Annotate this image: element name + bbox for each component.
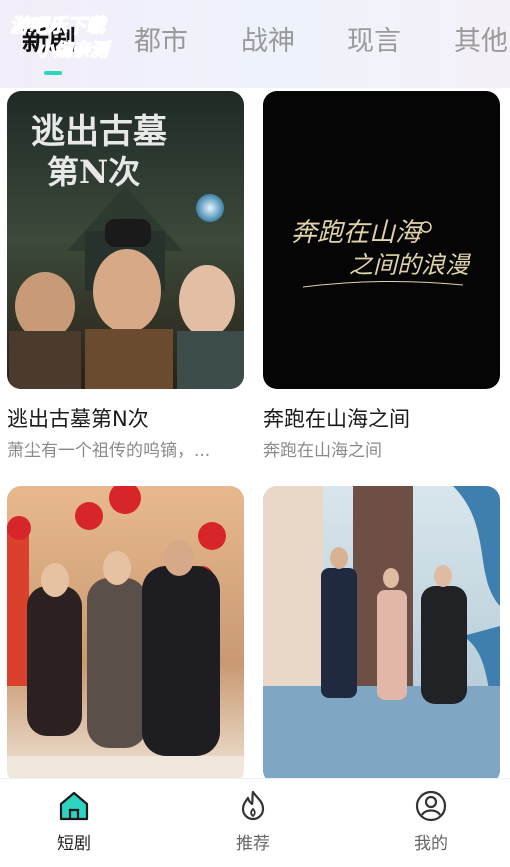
drama-card[interactable] xyxy=(7,486,244,784)
drama-card[interactable] xyxy=(263,486,500,784)
poster-title-line2: 第N次 xyxy=(47,153,140,191)
drama-title: 逃出古墓第N次 xyxy=(7,407,149,431)
drama-poster xyxy=(263,486,500,784)
drama-description: 奔跑在山海之间 xyxy=(263,441,382,461)
tab-city[interactable]: 都市 xyxy=(134,22,188,62)
drama-description: 萧尘有一个祖传的呜镝，... xyxy=(7,441,211,461)
poster-title-line2: 之间的浪漫 xyxy=(349,251,471,279)
flame-icon xyxy=(241,790,265,821)
nav-short-drama[interactable]: 短剧 xyxy=(19,789,129,863)
nav-label: 推荐 xyxy=(236,834,270,854)
home-icon xyxy=(59,791,89,821)
active-tab-indicator xyxy=(44,71,62,75)
top-tab-bar: 新剧 都市 战神 现言 其他 游吧乐下载 小编亲测 xyxy=(0,0,510,88)
drama-poster: 奔跑在山海 之间的浪漫 xyxy=(263,91,500,389)
drama-poster: 逃出古墓 第N次 xyxy=(7,91,244,389)
user-icon xyxy=(415,790,447,822)
bottom-navigation: 短剧 推荐 我的 xyxy=(0,778,510,867)
tab-new[interactable]: 新剧 xyxy=(22,22,76,62)
nav-recommend[interactable]: 推荐 xyxy=(198,789,308,863)
poster-title-line1: 奔跑在山海 xyxy=(291,218,425,248)
drama-poster xyxy=(7,486,244,784)
tab-romance[interactable]: 现言 xyxy=(347,22,401,62)
nav-profile[interactable]: 我的 xyxy=(376,789,486,863)
category-tabs: 新剧 都市 战神 现言 其他 xyxy=(0,0,510,88)
tab-war-god[interactable]: 战神 xyxy=(241,22,295,62)
tab-other[interactable]: 其他 xyxy=(454,22,508,62)
poster-title-line1: 逃出古墓 xyxy=(31,112,168,152)
drama-card[interactable]: 奔跑在山海 之间的浪漫 奔跑在山海之间 奔跑在山海之间 xyxy=(263,91,500,464)
drama-title: 奔跑在山海之间 xyxy=(263,407,410,431)
nav-label: 我的 xyxy=(414,834,448,854)
drama-card[interactable]: 逃出古墓 第N次 逃出古墓第N次 萧尘有一个祖传的呜镝，... xyxy=(7,91,244,464)
nav-label: 短剧 xyxy=(57,834,91,854)
app-screen: 新剧 都市 战神 现言 其他 游吧乐下载 小编亲测 逃出古墓 第N次 逃出古墓第… xyxy=(0,0,510,867)
